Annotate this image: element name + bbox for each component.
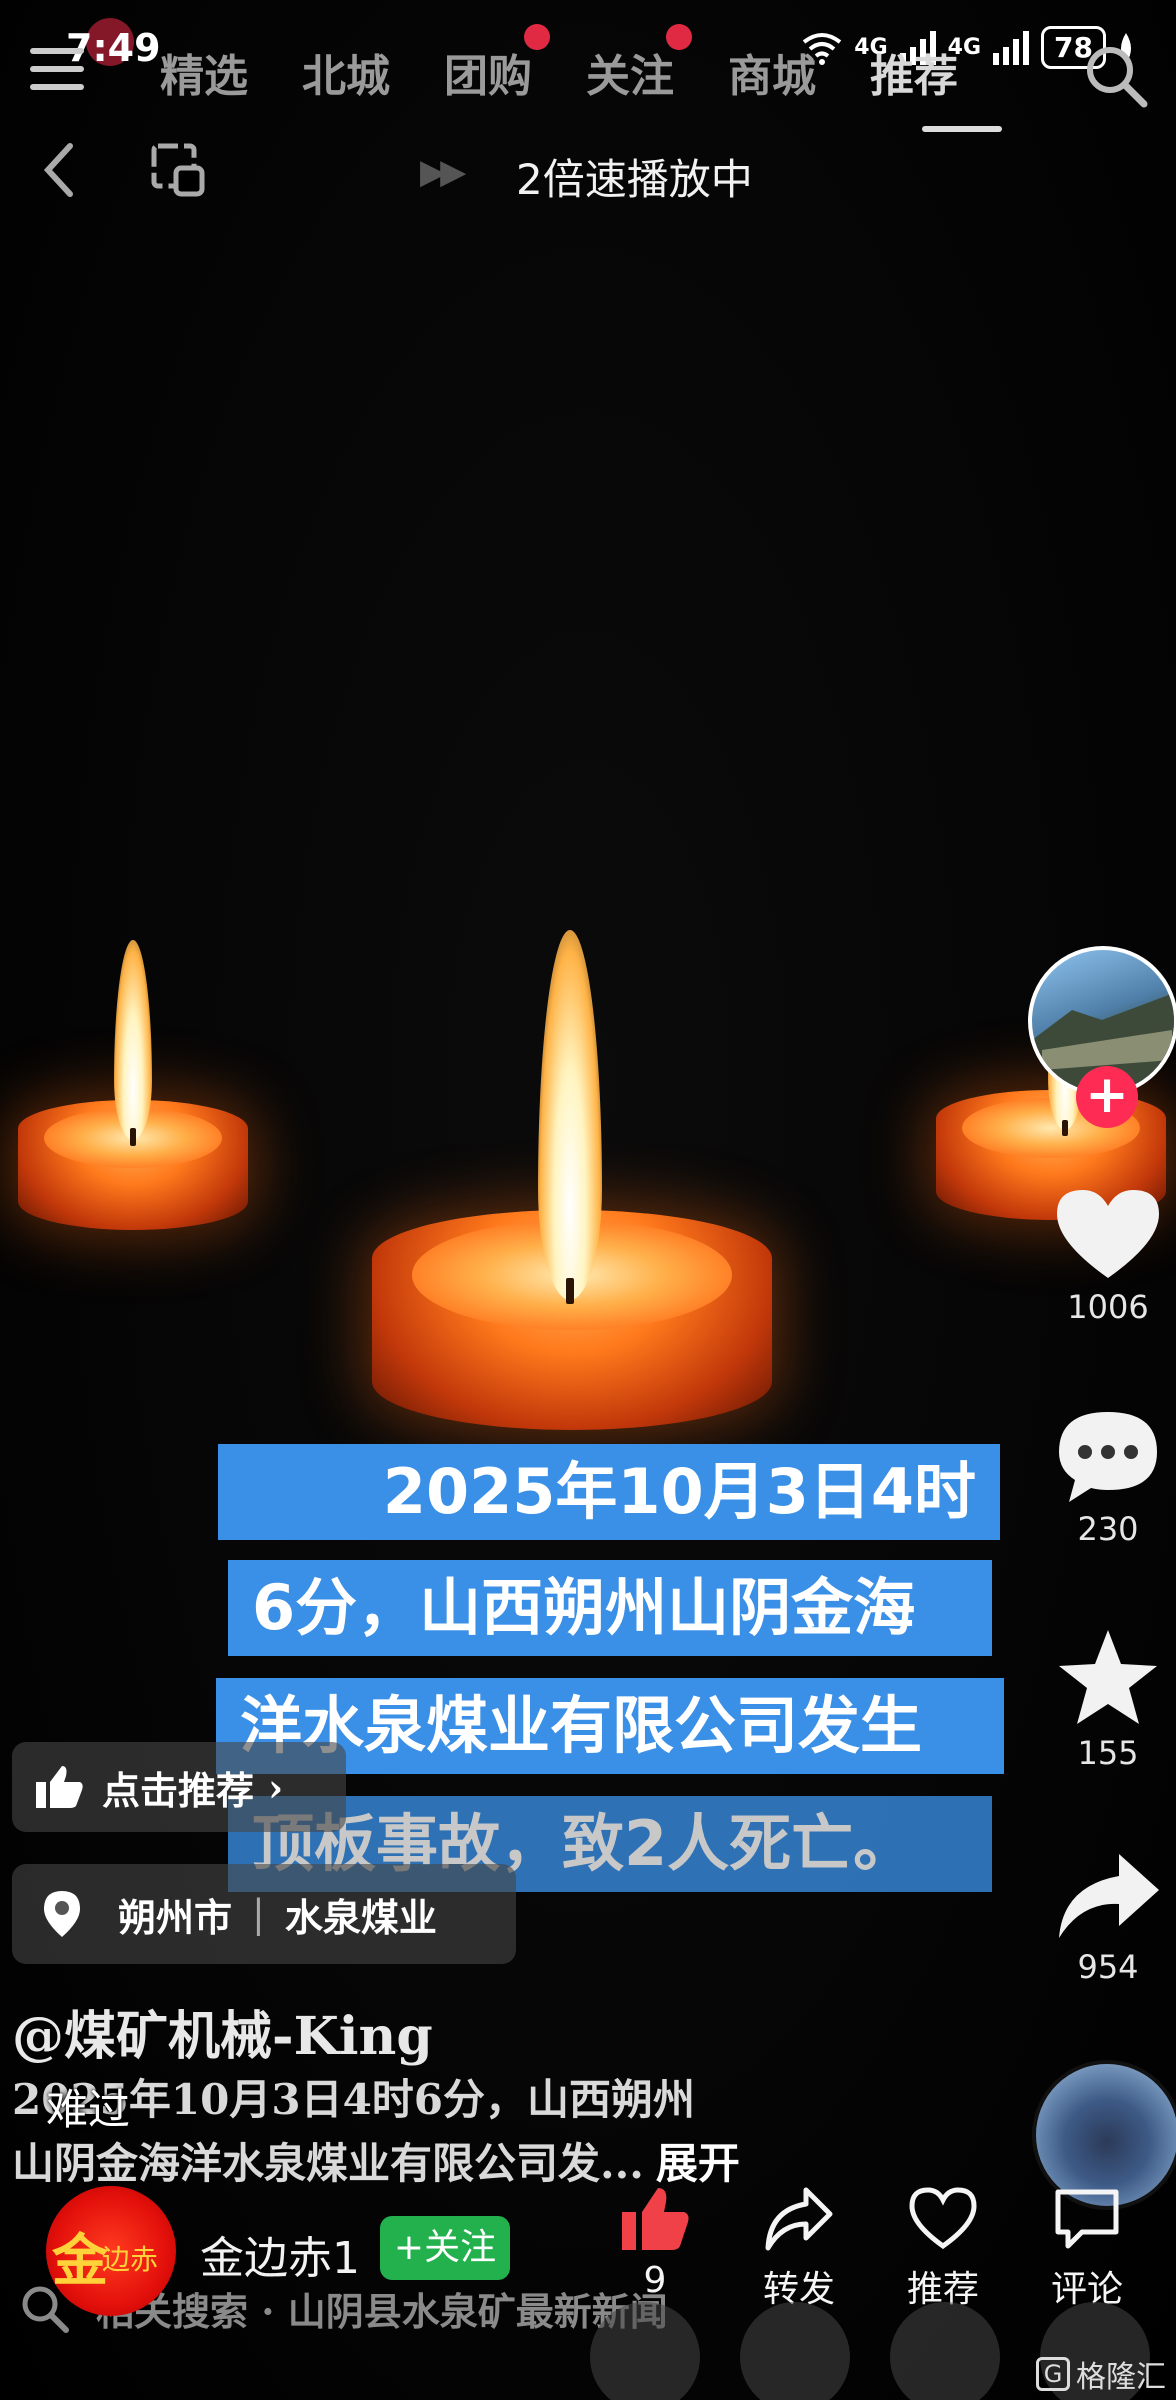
pip-icon[interactable] (150, 142, 206, 198)
avatar-logo: 金 (52, 2228, 108, 2294)
like-button[interactable]: 1006 (1040, 1186, 1176, 1326)
location-pin-icon (44, 1891, 80, 1937)
watermark-text: 格隆汇 (1076, 2360, 1166, 2395)
tab-mall[interactable]: 商城 (728, 40, 816, 104)
active-tab-indicator (922, 126, 1002, 132)
tab-featured[interactable]: 精选 (160, 40, 248, 104)
bottom-like-button[interactable]: 9 (590, 2186, 720, 2301)
signal-icon-2 (993, 30, 1030, 65)
menu-icon[interactable] (30, 48, 84, 98)
favorite-button[interactable]: 155 (1040, 1628, 1176, 1772)
tab-recommend[interactable]: 推荐 (870, 40, 958, 104)
tab-badge-dot (524, 24, 550, 50)
watermark: G 格隆汇 (1036, 2352, 1166, 2396)
poster-avatar[interactable]: 金 边赤 (46, 2186, 176, 2316)
thumbs-up-icon (36, 1766, 83, 1808)
caption-line-1: 2025年10月3日4时 (218, 1444, 1000, 1540)
share-arrow-icon (765, 2187, 833, 2251)
location-divider: | (252, 1892, 265, 1936)
poster-name[interactable]: 金边赤1 (200, 2222, 360, 2286)
fast-forward-icon: ▶▶ (420, 152, 466, 192)
follow-button[interactable]: +关注 (380, 2216, 510, 2280)
expand-link[interactable]: 展开 (656, 2139, 740, 2188)
bottom-like-count: 9 (643, 2260, 667, 2301)
location-city: 朔州市 (118, 1894, 233, 1940)
share-arrow-icon (1059, 1854, 1159, 1938)
tab-following[interactable]: 关注 (586, 24, 692, 104)
comment-bubble-icon (1059, 1412, 1157, 1502)
location-place: 水泉煤业 (284, 1894, 437, 1940)
speed-indicator: 2倍速播放中 (516, 155, 753, 204)
candle-left (18, 940, 248, 1240)
heart-outline-icon (909, 2187, 977, 2250)
recommend-chip[interactable]: 点击推荐 › (12, 1742, 346, 1832)
nav-tabs: 精选 北城 团购 关注 商城 推荐 (160, 24, 958, 104)
heart-icon (1057, 1190, 1159, 1278)
author-handle[interactable]: @煤矿机械-King (12, 1994, 433, 2069)
favorite-count: 155 (1077, 1734, 1139, 1772)
post-description[interactable]: 2025年10月3日4时6分，山西朔州 山阴金海洋水泉煤业有限公司发... 展开 (12, 2068, 892, 2196)
follow-creator-button[interactable]: + (1076, 1066, 1138, 1128)
thumbs-up-icon (622, 2188, 689, 2250)
back-icon[interactable] (40, 140, 80, 200)
bottom-recommend-button[interactable]: 推荐 (878, 2186, 1008, 2312)
caption-line-2: 6分，山西朔州山阴金海 (228, 1560, 992, 1656)
search-icon[interactable] (1080, 40, 1150, 110)
tab-badge-dot (666, 24, 692, 50)
description-line-1: 2025年10月3日4时6分，山西朔州 (12, 2075, 696, 2124)
watermark-logo-icon: G (1036, 2357, 1070, 2391)
like-count: 1006 (1067, 1288, 1149, 1326)
chevron-right-icon: › (268, 1764, 284, 1810)
tab-group-buy[interactable]: 团购 (444, 24, 550, 104)
bottom-share-button[interactable]: 转发 (734, 2186, 864, 2312)
share-button[interactable]: 954 (1040, 1850, 1176, 1986)
comment-icon (1055, 2189, 1119, 2249)
star-icon (1059, 1630, 1157, 1724)
share-count: 954 (1077, 1948, 1139, 1986)
comment-button[interactable]: 230 (1040, 1408, 1176, 1548)
related-search-text: 相关搜索 · 山阴县水泉矿最新新闻 (96, 2288, 668, 2334)
danmaku-comment: 难过 (46, 2085, 131, 2134)
bottom-comment-button[interactable]: 评论 (1022, 2186, 1152, 2312)
location-chip[interactable]: 朔州市 | 水泉煤业 (12, 1864, 516, 1964)
comment-count: 230 (1077, 1510, 1139, 1548)
candle-center (372, 930, 772, 1430)
avatar-logo-small: 边赤 (102, 2243, 159, 2276)
tab-local[interactable]: 北城 (302, 40, 390, 104)
